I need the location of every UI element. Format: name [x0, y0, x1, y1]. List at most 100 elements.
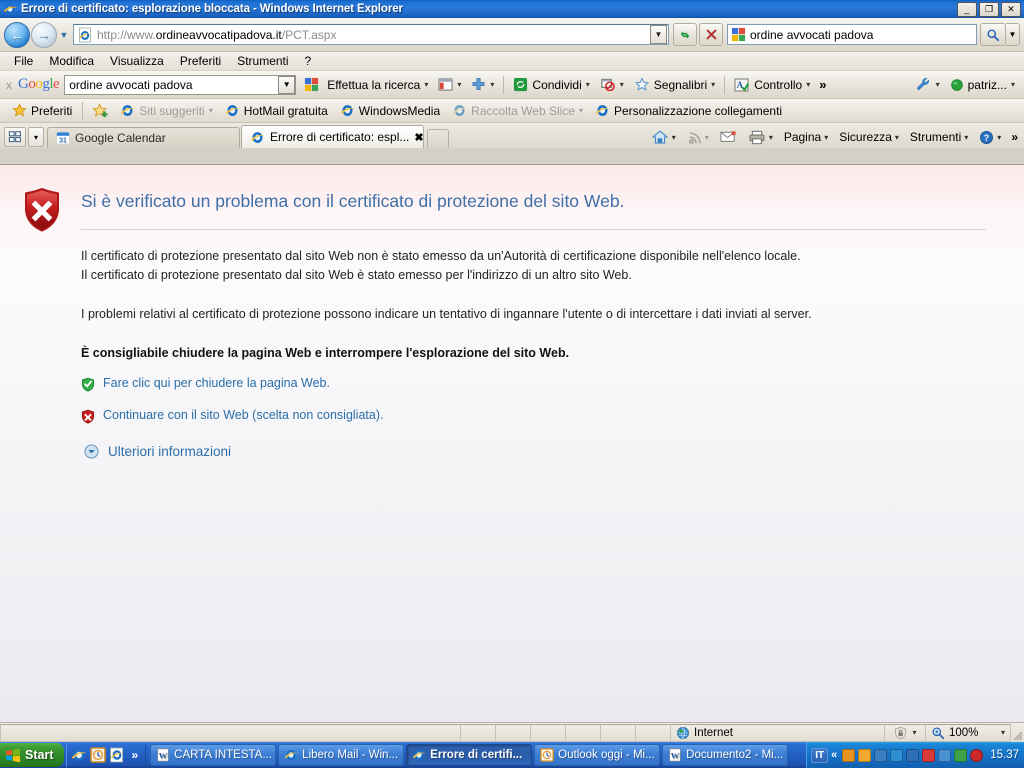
close-page-link[interactable]: Fare clic qui per chiudere la pagina Web…: [103, 376, 330, 390]
ie-icon: [225, 105, 240, 116]
google-popup-blocker-button[interactable]: ▾: [595, 77, 629, 92]
quick-launch-overflow-button[interactable]: »: [128, 748, 141, 762]
security-menu-button[interactable]: Sicurezza ▾: [834, 128, 904, 146]
search-options-button[interactable]: ▼: [1006, 23, 1020, 46]
search-icon: [987, 28, 1000, 41]
menu-item-modifica[interactable]: Modifica: [41, 53, 102, 69]
display-icon[interactable]: [906, 748, 920, 762]
quick-launch-ie[interactable]: [71, 747, 88, 763]
address-dropdown-button[interactable]: ▼: [650, 25, 667, 44]
clock-icon[interactable]: [858, 748, 872, 762]
volume-icon[interactable]: [938, 748, 952, 762]
google-search-input[interactable]: ordine avvocati padova ▼: [64, 74, 297, 95]
zoom-pane[interactable]: 100% ▾: [925, 723, 1011, 742]
menu-item-preferiti[interactable]: Preferiti: [172, 53, 229, 69]
minimize-button[interactable]: _: [957, 2, 977, 17]
task-documento2[interactable]: W Documento2 - Mi...: [662, 744, 789, 766]
chevron-down-icon[interactable]: ▾: [912, 728, 916, 737]
refresh-button[interactable]: [673, 23, 697, 46]
tray-expand-button[interactable]: «: [831, 749, 839, 761]
tab-google-calendar[interactable]: 31 Google Calendar: [47, 127, 240, 148]
security-alert-icon[interactable]: [970, 748, 984, 762]
favorite-hotmail[interactable]: HotMail gratuita: [219, 103, 334, 118]
protected-mode-pane[interactable]: ▾: [884, 723, 926, 742]
chevron-down-icon: ▾: [457, 80, 462, 89]
address-bar[interactable]: http://www.ordineavvocatipadova.it/PCT.a…: [73, 24, 669, 45]
forward-button[interactable]: →: [31, 21, 57, 48]
chevron-down-icon[interactable]: ▾: [1001, 728, 1005, 737]
google-search-dropdown[interactable]: ▼: [278, 75, 296, 94]
ie-icon: [121, 105, 135, 116]
print-button[interactable]: ▾: [743, 128, 778, 147]
favorite-personalizzazione-collegamenti[interactable]: Personalizzazione collegamenti: [589, 103, 788, 118]
tab-list-button[interactable]: ▾: [28, 127, 44, 147]
quick-tabs-button[interactable]: [4, 127, 26, 147]
tab-certificate-error[interactable]: Errore di certificato: espl... ✖: [241, 125, 424, 148]
search-go-button[interactable]: [980, 23, 1006, 46]
favorite-windowsmedia[interactable]: WindowsMedia: [334, 103, 446, 118]
resize-grip[interactable]: [1010, 724, 1024, 742]
favorites-button[interactable]: Preferiti: [6, 103, 78, 118]
printer-icon[interactable]: [874, 748, 888, 762]
favorite-siti-suggeriti[interactable]: Siti suggeriti ▾: [114, 103, 218, 118]
command-bar-overflow-button[interactable]: »: [1007, 130, 1022, 144]
chevron-down-icon: ▾: [1010, 80, 1015, 89]
close-button[interactable]: ✕: [1001, 2, 1021, 17]
google-bookmarks-button[interactable]: Segnalibri ▾: [629, 77, 720, 92]
continue-site-link[interactable]: Continuare con il sito Web (scelta non c…: [103, 408, 383, 422]
quick-launch-ie-shortcut[interactable]: [109, 747, 125, 763]
help-menu-button[interactable]: ? ▾: [974, 128, 1006, 147]
network-icon[interactable]: [890, 748, 904, 762]
error-paragraph-3: I problemi relativi al certificato di pr…: [81, 307, 812, 321]
google-spellcheck-button[interactable]: A Controllo ▾: [729, 78, 815, 92]
menu-item-help[interactable]: ?: [297, 53, 320, 69]
search-input[interactable]: ordine avvocati padova: [727, 24, 977, 45]
google-share-label: Condividi: [532, 77, 582, 92]
option-continue-site[interactable]: Continuare con il sito Web (scelta non c…: [81, 408, 994, 424]
more-information-section[interactable]: Ulteriori informazioni: [81, 444, 994, 459]
google-share-button[interactable]: Condividi ▾: [508, 77, 594, 92]
menu-item-visualizza[interactable]: Visualizza: [102, 53, 172, 69]
language-indicator[interactable]: IT: [811, 747, 829, 763]
task-label: Errore di certifi...: [430, 749, 523, 761]
new-tab-button[interactable]: [427, 129, 449, 148]
task-carta-intestata[interactable]: W CARTA INTESTA...: [150, 744, 277, 766]
google-search-button[interactable]: Effettua la ricerca ▾: [296, 77, 433, 92]
start-button[interactable]: Start: [0, 743, 65, 767]
page-menu-button[interactable]: Pagina ▾: [779, 128, 833, 146]
google-toolbar-overflow-button[interactable]: »: [815, 77, 830, 92]
feeds-button[interactable]: ▾: [682, 128, 714, 147]
quick-launch-outlook[interactable]: [90, 747, 107, 763]
security-zone-pane[interactable]: Internet: [670, 723, 885, 742]
stop-button[interactable]: [699, 23, 723, 46]
taskbar: Start » W CARTA INTESTA... Libero Mail -…: [0, 742, 1024, 768]
tools-menu-button[interactable]: Strumenti ▾: [905, 128, 973, 146]
back-button[interactable]: ←: [4, 21, 30, 48]
mail-button[interactable]: [715, 128, 742, 146]
home-button[interactable]: ▾: [646, 127, 681, 147]
google-add-button[interactable]: ▾: [466, 77, 499, 92]
option-close-page[interactable]: Fare clic qui per chiudere la pagina Web…: [81, 376, 994, 392]
menu-item-strumenti[interactable]: Strumenti: [229, 53, 296, 69]
task-errore-certificato[interactable]: Errore di certifi...: [406, 744, 533, 766]
star-icon: [634, 77, 649, 91]
zoom-icon: [931, 726, 945, 740]
tab-close-icon[interactable]: ✖: [414, 131, 423, 144]
toolbar-close-button[interactable]: x: [4, 78, 18, 92]
system-clock[interactable]: 15.37: [986, 749, 1019, 761]
google-sidebar-button[interactable]: ▾: [433, 78, 466, 91]
maximize-button[interactable]: ❐: [979, 2, 999, 17]
menu-item-file[interactable]: File: [6, 53, 41, 69]
task-outlook-oggi[interactable]: Outlook oggi - Mi...: [534, 744, 661, 766]
antivirus-icon[interactable]: [922, 748, 936, 762]
google-settings-button[interactable]: ▾: [910, 77, 945, 92]
task-libero-mail[interactable]: Libero Mail - Win...: [278, 744, 405, 766]
google-account-button[interactable]: patriz... ▾: [945, 78, 1020, 92]
history-dropdown-button[interactable]: ▼: [57, 22, 71, 48]
more-information-link[interactable]: Ulteriori informazioni: [108, 444, 231, 459]
usb-icon[interactable]: [954, 748, 968, 762]
add-to-favorites-bar-button[interactable]: [87, 103, 114, 118]
popup-blocker-icon: [601, 78, 615, 92]
java-icon[interactable]: [842, 748, 856, 762]
favorite-raccolta-web-slice[interactable]: Raccolta Web Slice ▾: [446, 103, 589, 118]
